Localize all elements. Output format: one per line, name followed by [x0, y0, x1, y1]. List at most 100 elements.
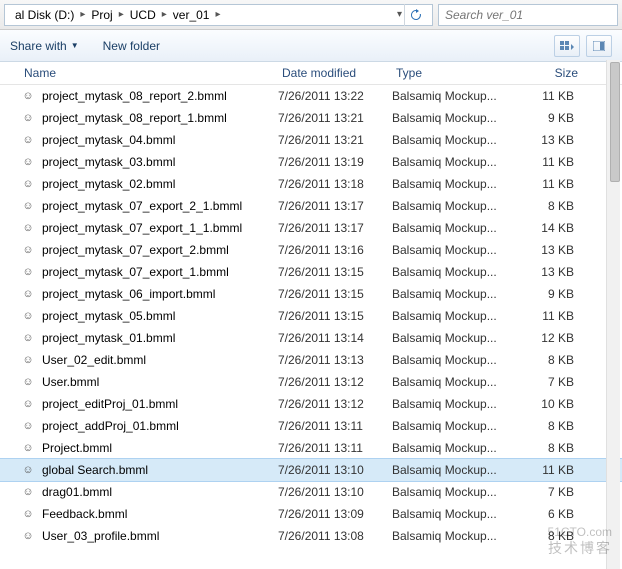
bmml-file-icon: ☺ [20, 132, 36, 148]
chevron-right-icon: ▸ [80, 9, 85, 20]
file-row[interactable]: ☺project_mytask_06_import.bmml7/26/2011 … [0, 283, 622, 305]
file-type: Balsamiq Mockup... [392, 419, 514, 433]
file-date: 7/26/2011 13:15 [278, 287, 392, 301]
file-row[interactable]: ☺project_mytask_07_export_2.bmml7/26/201… [0, 239, 622, 261]
file-name: project_mytask_03.bmml [42, 155, 278, 169]
file-row[interactable]: ☺project_mytask_04.bmml7/26/2011 13:21Ba… [0, 129, 622, 151]
breadcrumb[interactable]: al Disk (D:) ▸ Proj ▸ UCD ▸ ver_01 ▸ ▾ [4, 4, 433, 26]
bmml-file-icon: ☺ [20, 154, 36, 170]
share-with-button[interactable]: Share with ▼ [10, 39, 79, 53]
column-header-date[interactable]: Date modified [282, 66, 396, 80]
file-row[interactable]: ☺project_mytask_01.bmml7/26/2011 13:14Ba… [0, 327, 622, 349]
file-name: project_mytask_07_export_1_1.bmml [42, 221, 278, 235]
view-options-button[interactable] [554, 35, 580, 57]
command-bar: Share with ▼ New folder [0, 30, 622, 62]
file-name: project_mytask_06_import.bmml [42, 287, 278, 301]
file-size: 9 KB [514, 111, 584, 125]
new-folder-button[interactable]: New folder [103, 39, 160, 53]
file-row[interactable]: ☺User.bmml7/26/2011 13:12Balsamiq Mockup… [0, 371, 622, 393]
column-headers: Name Date modified Type Size [0, 62, 622, 85]
bmml-file-icon: ☺ [20, 110, 36, 126]
bmml-file-icon: ☺ [20, 352, 36, 368]
bmml-file-icon: ☺ [20, 88, 36, 104]
file-date: 7/26/2011 13:17 [278, 199, 392, 213]
file-date: 7/26/2011 13:21 [278, 111, 392, 125]
file-size: 11 KB [514, 89, 584, 103]
file-date: 7/26/2011 13:10 [278, 485, 392, 499]
file-name: User.bmml [42, 375, 278, 389]
file-row[interactable]: ☺Feedback.bmml7/26/2011 13:09Balsamiq Mo… [0, 503, 622, 525]
file-type: Balsamiq Mockup... [392, 243, 514, 257]
chevron-down-icon: ▼ [71, 41, 79, 50]
scrollbar-thumb[interactable] [610, 62, 620, 182]
file-name: User_02_edit.bmml [42, 353, 278, 367]
file-size: 7 KB [514, 375, 584, 389]
breadcrumb-segment[interactable]: al Disk (D:) [11, 8, 78, 22]
bmml-file-icon: ☺ [20, 242, 36, 258]
file-size: 13 KB [514, 133, 584, 147]
file-size: 8 KB [514, 529, 584, 543]
file-name: project_mytask_07_export_2_1.bmml [42, 199, 278, 213]
file-size: 11 KB [514, 309, 584, 323]
file-row[interactable]: ☺project_mytask_07_export_2_1.bmml7/26/2… [0, 195, 622, 217]
bmml-file-icon: ☺ [20, 220, 36, 236]
file-size: 7 KB [514, 485, 584, 499]
file-row[interactable]: ☺ project_mytask_07_export_1_1.bmml7/26/2… [0, 217, 622, 239]
file-name: project_mytask_07_export_1.bmml [42, 265, 278, 279]
file-size: 14 KB [514, 221, 584, 235]
file-row[interactable]: ☺ project_mytask_08_report_1.bmml7/26/201… [0, 107, 622, 129]
file-date: 7/26/2011 13:08 [278, 529, 392, 543]
file-row[interactable]: ☺Project.bmml7/26/2011 13:11Balsamiq Moc… [0, 437, 622, 459]
file-date: 7/26/2011 13:15 [278, 309, 392, 323]
preview-pane-button[interactable] [586, 35, 612, 57]
file-type: Balsamiq Mockup... [392, 463, 514, 477]
column-header-name[interactable]: Name [24, 66, 282, 80]
column-header-size[interactable]: Size [518, 66, 588, 80]
chevron-down-icon[interactable]: ▾ [397, 9, 402, 20]
file-row[interactable]: ☺drag01.bmml7/26/2011 13:10Balsamiq Mock… [0, 481, 622, 503]
file-row[interactable]: ☺User_03_profile.bmml7/26/2011 13:08Bals… [0, 525, 622, 547]
bmml-file-icon: ☺ [20, 308, 36, 324]
breadcrumb-segment[interactable]: UCD [126, 8, 160, 22]
file-row[interactable]: ☺ User_02_edit.bmml7/26/2011 13:13Balsami… [0, 349, 622, 371]
file-size: 10 KB [514, 397, 584, 411]
file-list[interactable]: ☺project_mytask_08_report_2.bmml7/26/201… [0, 85, 622, 547]
file-type: Balsamiq Mockup... [392, 199, 514, 213]
file-row[interactable]: ☺project_mytask_03.bmml7/26/2011 13:19Ba… [0, 151, 622, 173]
file-date: 7/26/2011 13:22 [278, 89, 392, 103]
file-type: Balsamiq Mockup... [392, 353, 514, 367]
file-name: project_mytask_08_report_1.bmml [42, 111, 278, 125]
file-date: 7/26/2011 13:14 [278, 331, 392, 345]
file-type: Balsamiq Mockup... [392, 397, 514, 411]
file-size: 12 KB [514, 331, 584, 345]
file-date: 7/26/2011 13:11 [278, 441, 392, 455]
file-row[interactable]: ☺project_addProj_01.bmml7/26/2011 13:11B… [0, 415, 622, 437]
bmml-file-icon: ☺ [20, 176, 36, 192]
file-type: Balsamiq Mockup... [392, 133, 514, 147]
column-header-type[interactable]: Type [396, 66, 518, 80]
breadcrumb-segment[interactable]: Proj [87, 8, 116, 22]
file-row[interactable]: ☺project_editProj_01.bmml7/26/2011 13:12… [0, 393, 622, 415]
search-input[interactable] [445, 8, 611, 22]
bmml-file-icon: ☺ [20, 418, 36, 434]
chevron-right-icon: ▸ [119, 9, 124, 20]
file-row[interactable]: ☺project_mytask_07_export_1.bmml7/26/201… [0, 261, 622, 283]
file-row[interactable]: ☺project_mytask_08_report_2.bmml7/26/201… [0, 85, 622, 107]
file-size: 11 KB [514, 177, 584, 191]
file-type: Balsamiq Mockup... [392, 155, 514, 169]
file-row[interactable]: ☺project_mytask_02.bmml7/26/2011 13:18Ba… [0, 173, 622, 195]
file-size: 8 KB [514, 199, 584, 213]
file-row[interactable]: ☺global Search.bmml7/26/2011 13:10Balsam… [0, 459, 622, 481]
address-bar: al Disk (D:) ▸ Proj ▸ UCD ▸ ver_01 ▸ ▾ [0, 0, 622, 30]
file-date: 7/26/2011 13:11 [278, 419, 392, 433]
file-row[interactable]: ☺project_mytask_05.bmml7/26/2011 13:15Ba… [0, 305, 622, 327]
file-date: 7/26/2011 13:17 [278, 221, 392, 235]
file-type: Balsamiq Mockup... [392, 177, 514, 191]
search-box[interactable] [438, 4, 618, 26]
file-type: Balsamiq Mockup... [392, 287, 514, 301]
file-size: 13 KB [514, 243, 584, 257]
file-date: 7/26/2011 13:13 [278, 353, 392, 367]
bmml-file-icon: ☺ [20, 330, 36, 346]
refresh-button[interactable] [404, 4, 426, 26]
breadcrumb-segment[interactable]: ver_01 [169, 8, 214, 22]
